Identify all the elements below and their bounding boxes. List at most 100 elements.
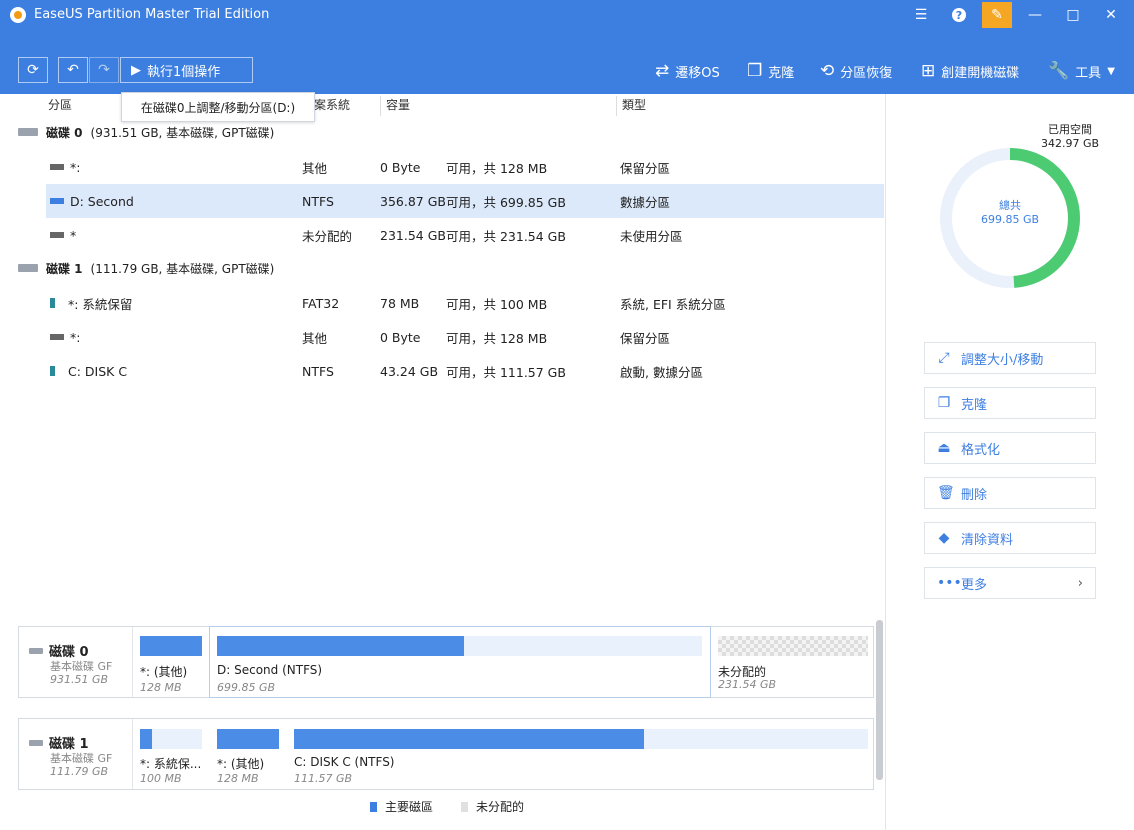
total-space-label: 總共 — [999, 199, 1021, 212]
resize-move-button[interactable]: ⤢ 調整大小/移動 — [924, 342, 1096, 374]
clone-toolbar-button[interactable]: ❐ 克隆 — [747, 60, 794, 82]
legend-unallocated-label: 未分配的 — [476, 800, 525, 814]
partition-free: 可用，共 128 MB — [446, 160, 548, 176]
segment-bar[interactable] — [140, 729, 202, 749]
wipe-data-button[interactable]: ◆ 清除資料 — [924, 522, 1096, 554]
table-row[interactable]: * 未分配的 231.54 GB 可用，共 231.54 GB 未使用分區 — [46, 218, 884, 252]
more-button[interactable]: ••• 更多 › — [924, 567, 1096, 599]
resize-move-label: 調整大小/移動 — [961, 352, 1044, 368]
more-icon: ••• — [937, 575, 962, 591]
maximize-button[interactable]: □ — [1054, 0, 1092, 30]
segment-bar[interactable] — [217, 636, 702, 656]
disk-info: (111.79 GB, 基本磁碟, GPT磁碟) — [90, 261, 275, 276]
partition-name: *: — [70, 329, 81, 345]
segment-used-fill — [217, 636, 465, 656]
table-row-selected[interactable]: D: Second NTFS 356.87 GB 可用，共 699.85 GB … — [46, 184, 884, 218]
disk-map-scrollbar[interactable] — [876, 620, 883, 780]
tools-label: 工具 — [1075, 65, 1102, 81]
menu-icon[interactable]: ☰ — [902, 0, 940, 30]
minimize-button[interactable]: — — [1016, 0, 1054, 30]
undo-button[interactable]: ↶ — [58, 57, 88, 83]
partition-type: 保留分區 — [620, 160, 671, 176]
partition-used: 78 MB — [380, 295, 420, 311]
partition-used: 231.54 GB — [380, 227, 446, 243]
disk-label: 磁碟 0 — [46, 125, 83, 140]
segment-size: 231.54 GB — [718, 678, 777, 691]
execute-tooltip: 在磁碟0上調整/移動分區(D:) — [121, 92, 315, 122]
delete-button[interactable]: 🗑 刪除 — [924, 477, 1096, 509]
partition-fs: NTFS — [302, 193, 334, 209]
refresh-button[interactable]: ⟳ — [18, 57, 48, 83]
toolbar: ⟳ ↶ ↷ ▶ 執行1個操作 ⇄ 遷移OS ❐ 克隆 ⟲ 分區恢復 ⊞ 創建開機… — [0, 30, 1134, 94]
partition-icon — [50, 198, 64, 204]
partition-type: 系統, EFI 系統分區 — [620, 296, 726, 312]
header-capacity[interactable]: 容量 — [386, 96, 410, 113]
wipe-data-label: 清除資料 — [961, 532, 1014, 548]
clone-button[interactable]: ❐ 克隆 — [924, 387, 1096, 419]
create-bootable-button[interactable]: ⊞ 創建開機磁碟 — [921, 60, 1019, 82]
disk-icon — [18, 264, 38, 272]
activate-key-icon[interactable]: ✎ — [982, 2, 1012, 28]
header-separator — [616, 96, 617, 116]
windows-partition-icon — [50, 298, 62, 308]
disk-1-row[interactable]: 磁碟 1 (111.79 GB, 基本磁碟, GPT磁碟) — [18, 258, 274, 278]
more-label: 更多 — [961, 577, 988, 593]
table-row[interactable]: *: 系統保留 FAT32 78 MB 可用，共 100 MB 系統, EFI … — [46, 286, 884, 320]
close-button[interactable]: ✕ — [1092, 0, 1130, 30]
table-row[interactable]: C: DISK C NTFS 43.24 GB 可用，共 111.57 GB 啟… — [46, 354, 884, 388]
execute-label: 執行1個操作 — [147, 64, 221, 80]
segment-size: 100 MB — [140, 772, 182, 785]
partition-free: 可用，共 128 MB — [446, 330, 548, 346]
partition-recovery-button[interactable]: ⟲ 分區恢復 — [820, 60, 892, 82]
partition-fs: NTFS — [302, 363, 334, 379]
format-button[interactable]: ⏏ 格式化 — [924, 432, 1096, 464]
table-row[interactable]: *: 其他 0 Byte 可用，共 128 MB 保留分區 — [46, 320, 884, 354]
partition-recovery-label: 分區恢復 — [840, 65, 893, 81]
partition-fs: 其他 — [302, 160, 328, 176]
disk-map-disk-0[interactable]: 磁碟 0 基本磁碟 GF 931.51 GB *: (其他) 128 MB D:… — [18, 626, 874, 698]
help-icon[interactable]: ? — [940, 0, 978, 30]
migrate-os-button[interactable]: ⇄ 遷移OS — [655, 60, 720, 82]
disk-icon — [18, 128, 38, 136]
refresh-icon: ⟳ — [27, 62, 39, 78]
partition-fs: 其他 — [302, 330, 328, 346]
partition-icon — [50, 232, 64, 238]
redo-button[interactable]: ↷ — [89, 57, 119, 83]
clone-label: 克隆 — [961, 397, 988, 413]
unallocated-segment-bar[interactable] — [718, 636, 868, 656]
segment-size: 111.57 GB — [294, 772, 353, 785]
header-separator — [380, 96, 381, 116]
table-row[interactable]: *: 其他 0 Byte 可用，共 128 MB 保留分區 — [46, 150, 884, 184]
disk-map-disk-1[interactable]: 磁碟 1 基本磁碟 GF 111.79 GB *: 系統保... 100 MB … — [18, 718, 874, 790]
segment-bar[interactable] — [140, 636, 202, 656]
disk-type: 基本磁碟 GF — [50, 660, 113, 673]
legend-primary-label: 主要磁區 — [385, 800, 434, 814]
segment-bar[interactable] — [294, 729, 868, 749]
clone-icon: ❐ — [937, 395, 951, 411]
wrench-icon: 🔧 — [1048, 61, 1070, 81]
disk-type: 基本磁碟 GF — [50, 752, 113, 765]
disk-info: (931.51 GB, 基本磁碟, GPT磁碟) — [90, 125, 275, 140]
windows-icon: ⊞ — [921, 61, 936, 81]
disk-icon — [29, 647, 43, 654]
migrate-icon: ⇄ — [655, 61, 670, 81]
disk-0-row[interactable]: 磁碟 0 (931.51 GB, 基本磁碟, GPT磁碟) — [18, 122, 274, 142]
segment-used-fill — [140, 636, 202, 656]
legend-primary: 主要磁區 — [370, 798, 433, 815]
segment-bar[interactable] — [217, 729, 279, 749]
segment-size: 128 MB — [140, 681, 182, 694]
chevron-down-icon: ▼ — [1107, 65, 1115, 77]
migrate-os-label: 遷移OS — [675, 65, 720, 81]
partition-used: 0 Byte — [380, 159, 421, 175]
partition-name: * — [70, 227, 77, 243]
undo-icon: ↶ — [67, 62, 79, 78]
header-type[interactable]: 類型 — [622, 96, 646, 113]
tools-menu-button[interactable]: 🔧 工具 ▼ — [1048, 60, 1115, 82]
segment-used-fill — [217, 729, 279, 749]
unallocated-swatch — [461, 801, 468, 812]
segment-size: 128 MB — [217, 772, 259, 785]
header-partition[interactable]: 分區 — [48, 96, 72, 113]
partition-fs: 未分配的 — [302, 228, 353, 244]
partition-free: 可用，共 231.54 GB — [446, 228, 566, 244]
execute-operations-button[interactable]: ▶ 執行1個操作 — [120, 57, 253, 83]
